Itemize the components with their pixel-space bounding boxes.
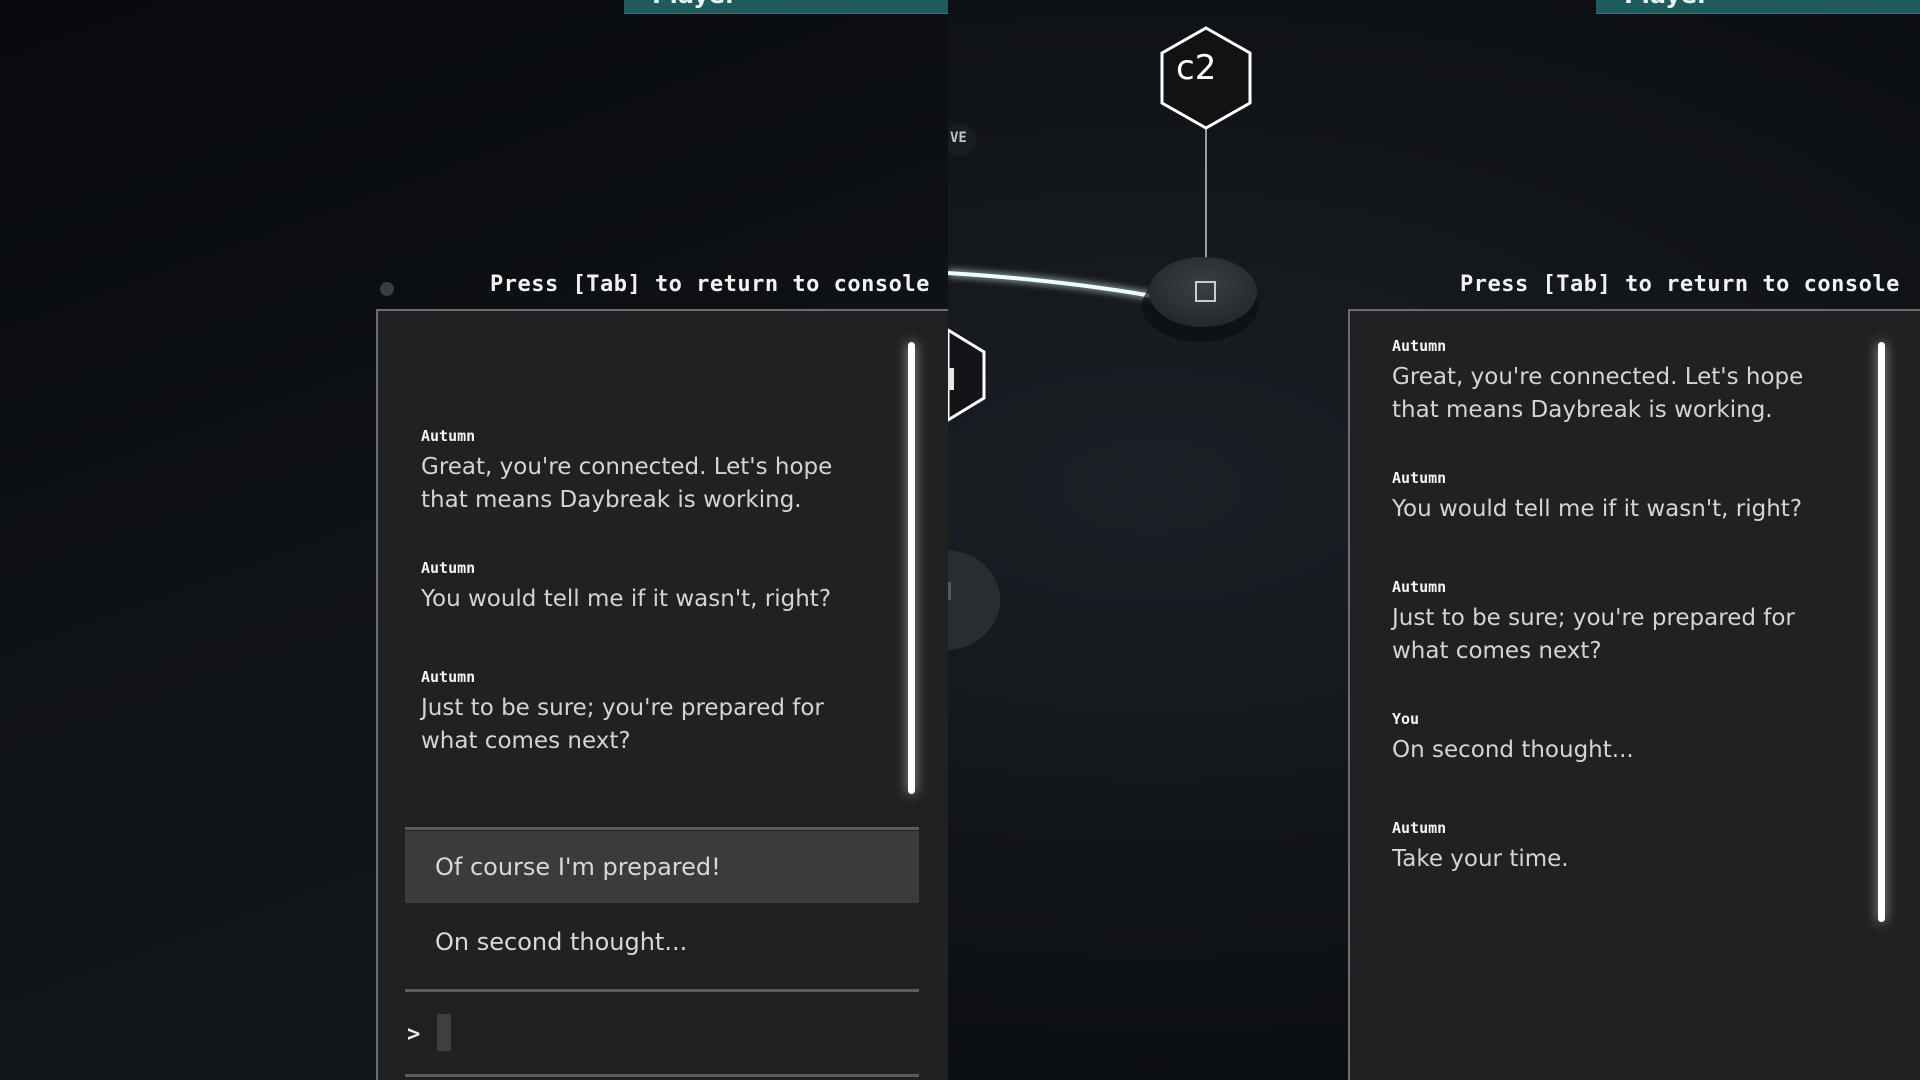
message-speaker: Autumn [421, 427, 476, 445]
message-speaker: Autumn [1392, 469, 1447, 487]
message-text: Great, you're connected. Let's hope that… [1392, 364, 1804, 423]
text-cursor [437, 1014, 451, 1051]
message-speaker: Autumn [1392, 337, 1447, 355]
dialogue-message: Autumn You would tell me if it wasn't, r… [421, 559, 901, 616]
dialogue-message: Autumn Just to be sure; you're prepared … [421, 668, 881, 758]
message-speaker: You [1392, 710, 1420, 728]
return-console-hint: Press [Tab] to return to console [1460, 272, 1900, 297]
right-view: Player Press [Tab] to return to console … [948, 0, 1920, 1080]
choice-option-second-thought[interactable]: On second thought... [405, 906, 919, 978]
message-text: Great, you're connected. Let's hope that… [421, 454, 833, 513]
player-tab[interactable]: Player [1596, 0, 1920, 14]
message-text: You would tell me if it wasn't, right? [1392, 496, 1803, 522]
prompt-divider [405, 1074, 919, 1077]
message-speaker: Autumn [421, 668, 476, 686]
message-text: Just to be sure; you're prepared for wha… [421, 695, 824, 754]
dialogue-scrollbar[interactable] [908, 342, 915, 794]
dialogue-message: Autumn Take your time. [1392, 819, 1832, 876]
message-speaker: Autumn [1392, 819, 1447, 837]
prompt-symbol: > [407, 1022, 421, 1047]
player-tab[interactable]: Player [624, 0, 948, 14]
dialogue-message: Autumn Great, you're connected. Let's ho… [421, 427, 881, 517]
message-text: You would tell me if it wasn't, right? [421, 586, 832, 612]
dialogue-message: Autumn You would tell me if it wasn't, r… [1392, 469, 1862, 526]
status-indicator [380, 282, 394, 296]
message-text: Just to be sure; you're prepared for wha… [1392, 605, 1795, 664]
message-speaker: Autumn [421, 559, 476, 577]
message-text: On second thought... [1392, 737, 1634, 763]
message-text: Take your time. [1392, 846, 1569, 872]
left-view: Player Press [Tab] to return to console … [0, 0, 948, 1080]
dialogue-message: Autumn Just to be sure; you're prepared … [1392, 578, 1842, 668]
return-console-hint: Press [Tab] to return to console [490, 272, 930, 297]
dialogue-scrollbar[interactable] [1878, 342, 1885, 922]
choice-list: Of course I'm prepared! On second though… [405, 827, 919, 992]
dialogue-message: Autumn Great, you're connected. Let's ho… [1392, 337, 1832, 427]
dialogue-message: You On second thought... [1392, 710, 1832, 767]
message-speaker: Autumn [1392, 578, 1447, 596]
choice-option-prepared[interactable]: Of course I'm prepared! [405, 831, 919, 903]
